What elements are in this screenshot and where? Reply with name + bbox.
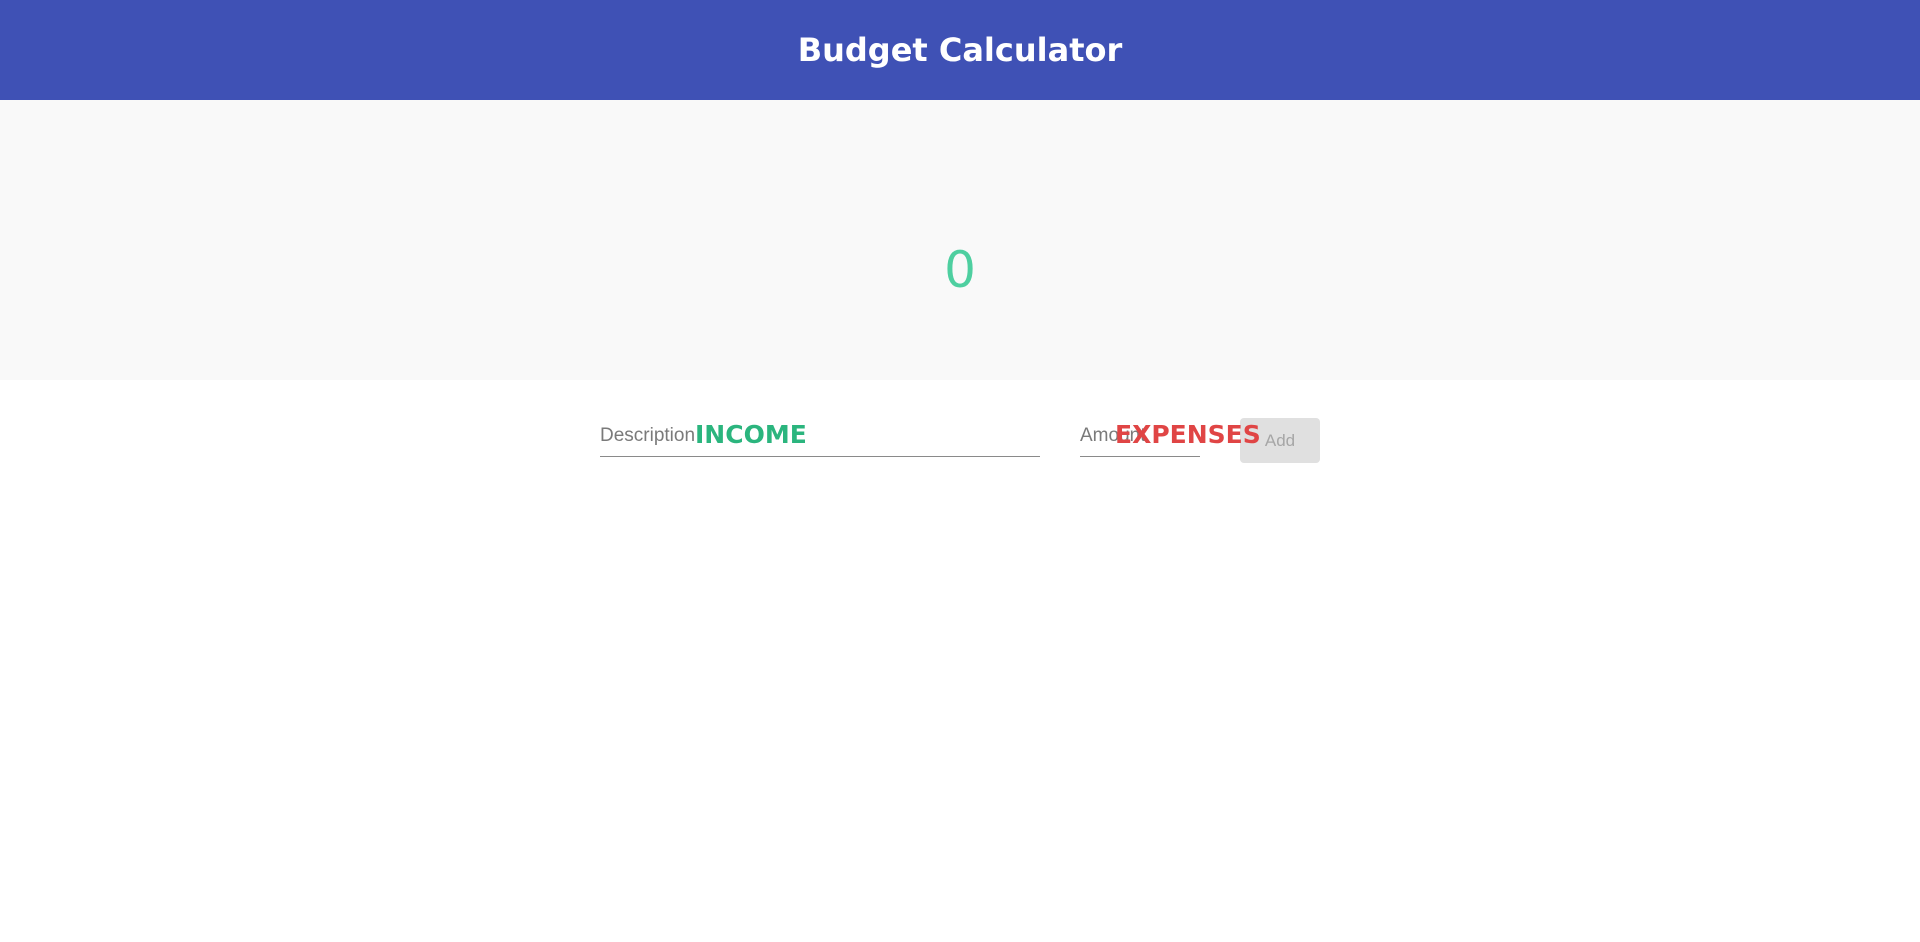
transaction-lists: INCOME EXPENSES (0, 380, 1920, 500)
balance-value: 0 (944, 241, 976, 299)
income-heading: INCOME (695, 420, 807, 449)
app-header: Budget Calculator (0, 0, 1920, 100)
app-title: Budget Calculator (797, 31, 1123, 69)
expenses-heading: EXPENSES (1115, 420, 1261, 449)
summary-panel: 0 Add (0, 100, 1920, 463)
